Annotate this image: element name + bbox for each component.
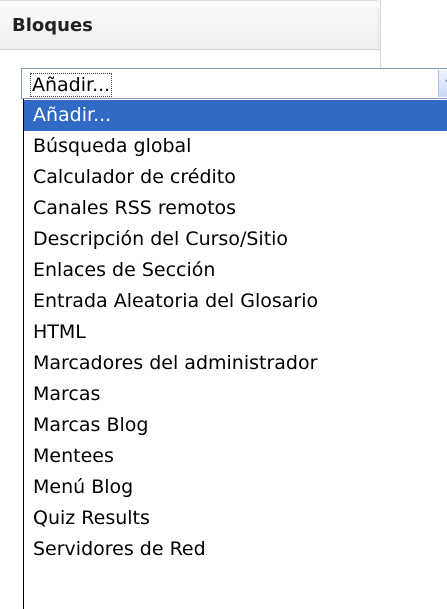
dropdown-option[interactable]: Marcas (24, 379, 447, 410)
dropdown-option[interactable]: Enlaces de Sección (24, 255, 447, 286)
dropdown-option[interactable]: Mentees (24, 441, 447, 472)
dropdown-option[interactable]: Descripción del Curso/Sitio (24, 224, 447, 255)
dropdown-option[interactable]: Servidores de Red (24, 534, 447, 565)
dropdown-option[interactable]: Menú Blog (24, 472, 447, 503)
dropdown-option[interactable]: Añadir... (24, 100, 447, 131)
block-title: Bloques (12, 15, 93, 36)
block-header: Bloques (0, 0, 380, 51)
blocks-panel-screen: Bloques Añadir... Añadir... Búsqueda glob… (0, 0, 447, 609)
dropdown-option[interactable]: HTML (24, 317, 447, 348)
dropdown-option[interactable]: Canales RSS remotos (24, 193, 447, 224)
dropdown-option[interactable]: Marcas Blog (24, 410, 447, 441)
dropdown-option[interactable]: Marcadores del administrador (24, 348, 447, 379)
dropdown-option[interactable]: Entrada Aleatoria del Glosario (24, 286, 447, 317)
add-block-dropdown-list: Añadir... Búsqueda global Calculador de cr… (23, 99, 447, 609)
add-block-select-value: Añadir... (30, 73, 113, 97)
dropdown-option[interactable]: Quiz Results (24, 503, 447, 534)
dropdown-arrow-button[interactable] (438, 70, 447, 97)
dropdown-option[interactable]: Búsqueda global (24, 131, 447, 162)
header-divider (378, 9, 379, 51)
dropdown-option[interactable]: Calculador de crédito (24, 162, 447, 193)
add-block-select[interactable]: Añadir... (21, 68, 447, 99)
